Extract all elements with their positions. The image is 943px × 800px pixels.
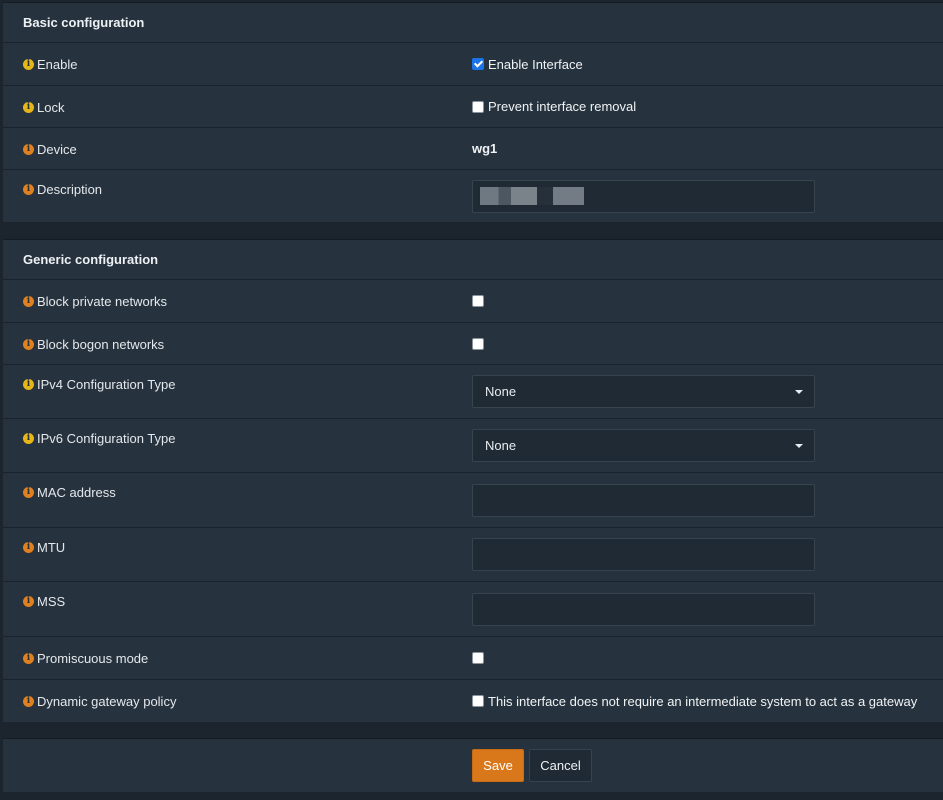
mss-label: i MSS: [23, 594, 65, 609]
basic-configuration-title: Basic configuration: [3, 3, 943, 43]
device-label-text: Device: [37, 142, 77, 157]
ipv4-value: None: [472, 365, 815, 418]
info-icon[interactable]: i: [23, 696, 34, 707]
cancel-button[interactable]: Cancel: [529, 749, 592, 782]
dynamic-gateway-value: This interface does not require an inter…: [472, 680, 917, 722]
mss-input[interactable]: [472, 592, 815, 626]
redacted-text: [480, 186, 584, 205]
ipv4-selected-value: None: [485, 384, 517, 399]
basic-configuration-panel: Basic configuration i Enable Enable Inte…: [3, 2, 943, 222]
mss-label-text: MSS: [37, 594, 66, 609]
info-icon[interactable]: i: [23, 296, 34, 307]
info-icon[interactable]: i: [23, 184, 34, 195]
enable-interface-checkbox-label[interactable]: Enable Interface: [488, 57, 583, 72]
mac-label-text: MAC address: [37, 485, 116, 500]
promiscuous-label-text: Promiscuous mode: [37, 651, 149, 666]
dynamic-gateway-checkbox-label[interactable]: This interface does not require an inter…: [488, 694, 917, 709]
caret-down-icon: [795, 443, 803, 448]
mtu-label-text: MTU: [37, 540, 66, 555]
enable-value: Enable Interface: [472, 43, 583, 85]
dynamic-gateway-label-text: Dynamic gateway policy: [37, 694, 177, 709]
ipv4-row: i IPv4 Configuration Type None: [3, 365, 943, 419]
enable-row: i Enable Enable Interface: [3, 43, 943, 86]
block-private-label: i Block private networks: [23, 294, 167, 309]
device-row: i Device wg1: [3, 128, 943, 170]
mac-address-input[interactable]: [472, 483, 815, 517]
enable-label: i Enable: [23, 57, 77, 72]
promiscuous-label: i Promiscuous mode: [23, 651, 148, 666]
mac-label: i MAC address: [23, 485, 116, 500]
lock-label: i Lock: [23, 100, 64, 115]
ipv6-label-text: IPv6 Configuration Type: [37, 431, 176, 446]
block-bogon-value: [472, 323, 488, 364]
prevent-removal-checkbox[interactable]: [472, 100, 484, 113]
info-icon[interactable]: i: [23, 653, 34, 664]
promiscuous-checkbox[interactable]: [472, 652, 484, 664]
description-row: i Description: [3, 170, 943, 222]
info-icon[interactable]: i: [23, 596, 34, 607]
mss-value: [472, 582, 815, 636]
block-bogon-label-text: Block bogon networks: [37, 337, 165, 352]
description-label: i Description: [23, 182, 102, 197]
caret-down-icon: [795, 389, 803, 394]
dynamic-gateway-checkbox[interactable]: [472, 695, 484, 707]
ipv4-label-text: IPv4 Configuration Type: [37, 377, 176, 392]
block-private-checkbox[interactable]: [472, 295, 484, 307]
ipv6-row: i IPv6 Configuration Type None: [3, 419, 943, 473]
block-private-label-text: Block private networks: [37, 294, 168, 309]
save-button[interactable]: Save: [472, 749, 524, 782]
block-bogon-label: i Block bogon networks: [23, 337, 164, 352]
info-icon[interactable]: i: [23, 339, 34, 350]
ipv4-type-select[interactable]: None: [472, 375, 815, 408]
lock-label-text: Lock: [37, 100, 65, 115]
prevent-removal-checkbox-label[interactable]: Prevent interface removal: [488, 99, 636, 114]
action-buttons: Save Cancel: [472, 739, 592, 792]
mtu-row: i MTU: [3, 528, 943, 582]
device-value: wg1: [472, 128, 497, 169]
info-icon[interactable]: i: [23, 379, 34, 390]
description-input[interactable]: [472, 179, 815, 213]
block-private-row: i Block private networks: [3, 280, 943, 323]
ipv4-label: i IPv4 Configuration Type: [23, 377, 176, 392]
dynamic-gateway-row: i Dynamic gateway policy This interface …: [3, 680, 943, 722]
dynamic-gateway-label: i Dynamic gateway policy: [23, 694, 176, 709]
lock-value: Prevent interface removal: [472, 86, 636, 127]
mtu-label: i MTU: [23, 540, 65, 555]
info-icon[interactable]: i: [23, 542, 34, 553]
ipv6-value: None: [472, 419, 815, 472]
mac-row: i MAC address: [3, 473, 943, 528]
mtu-input[interactable]: [472, 538, 815, 571]
block-private-value: [472, 280, 488, 322]
device-name: wg1: [472, 141, 498, 156]
info-icon[interactable]: i: [23, 433, 34, 444]
ipv6-selected-value: None: [485, 438, 517, 453]
description-label-text: Description: [37, 182, 103, 197]
info-icon[interactable]: i: [23, 487, 34, 498]
generic-configuration-title: Generic configuration: [3, 240, 943, 280]
block-bogon-row: i Block bogon networks: [3, 323, 943, 365]
mac-value: [472, 473, 815, 527]
enable-label-text: Enable: [37, 57, 78, 72]
info-icon[interactable]: i: [23, 102, 34, 113]
device-label: i Device: [23, 142, 77, 157]
ipv6-type-select[interactable]: None: [472, 429, 815, 462]
info-icon[interactable]: i: [23, 59, 34, 70]
description-value: [472, 170, 815, 222]
promiscuous-value: [472, 637, 488, 679]
mss-row: i MSS: [3, 582, 943, 637]
info-icon[interactable]: i: [23, 144, 34, 155]
mtu-value: [472, 528, 815, 581]
action-bar: Save Cancel: [3, 738, 943, 792]
enable-interface-checkbox[interactable]: [472, 58, 484, 70]
block-bogon-checkbox[interactable]: [472, 337, 484, 350]
promiscuous-row: i Promiscuous mode: [3, 637, 943, 680]
generic-configuration-panel: Generic configuration i Block private ne…: [3, 239, 943, 722]
ipv6-label: i IPv6 Configuration Type: [23, 431, 176, 446]
lock-row: i Lock Prevent interface removal: [3, 86, 943, 128]
